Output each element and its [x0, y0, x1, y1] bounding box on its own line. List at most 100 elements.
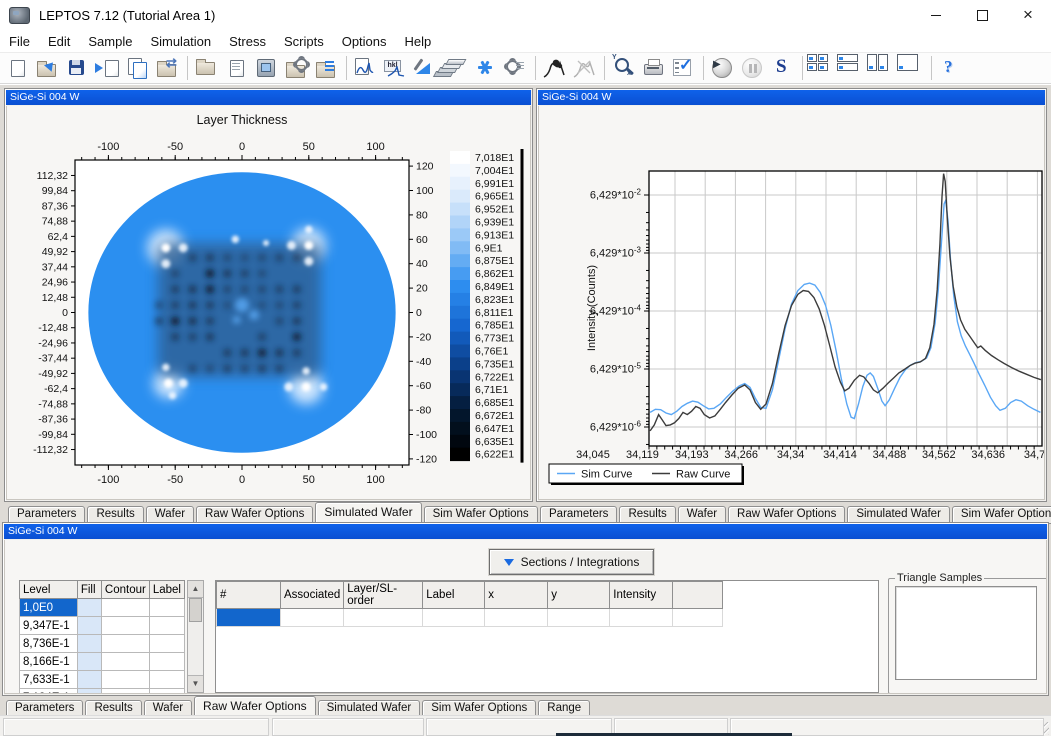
- colorbar-swatch: [450, 435, 470, 448]
- menu-item-sample[interactable]: Sample: [79, 32, 141, 51]
- toolbar-open-project-button[interactable]: [33, 54, 63, 82]
- hkl-reflection-icon: hkl: [381, 54, 411, 82]
- wafer-tab-simulated-wafer[interactable]: Simulated Wafer: [315, 502, 421, 524]
- toolbar-separator: [346, 56, 347, 80]
- import-data-icon: [93, 54, 123, 82]
- status-bar: [0, 715, 1051, 736]
- wafer-map: [88, 172, 395, 453]
- svg-text:-99,84: -99,84: [38, 429, 68, 441]
- toolbar-batch-checklist-button[interactable]: ✓: [669, 54, 699, 82]
- svg-text:99,84: 99,84: [42, 185, 68, 197]
- toolbar-tile-horizontal-button[interactable]: [837, 54, 867, 82]
- scrollbar-thumb[interactable]: [189, 598, 202, 622]
- toolbar-script-editor-button[interactable]: S: [768, 54, 798, 82]
- svg-text:24,96: 24,96: [42, 277, 68, 289]
- sections-integrations-button[interactable]: Sections / Integrations: [489, 549, 654, 575]
- toolbar-save-button[interactable]: [63, 54, 93, 82]
- svg-text:50: 50: [303, 141, 315, 153]
- toolbar-print-button[interactable]: [639, 54, 669, 82]
- points-row[interactable]: [217, 609, 723, 627]
- level-row[interactable]: 7,134E-1: [20, 689, 185, 694]
- toolbar-new-document-button[interactable]: [3, 54, 33, 82]
- svg-text:50: 50: [303, 474, 315, 486]
- menu-item-help[interactable]: Help: [396, 32, 441, 51]
- level-col-label: Label: [149, 581, 184, 599]
- wafer-window-titlebar[interactable]: SiGe-Si 004 W: [6, 90, 531, 105]
- level-row[interactable]: 9,347E-1: [20, 617, 185, 635]
- toolbar-copy-window-button[interactable]: [123, 54, 153, 82]
- level-row[interactable]: 7,633E-1: [20, 671, 185, 689]
- triangle-samples-listbox[interactable]: [895, 586, 1037, 680]
- toolbar-import-data-button[interactable]: [93, 54, 123, 82]
- menu-item-file[interactable]: File: [0, 32, 39, 51]
- level-row[interactable]: 8,736E-1: [20, 635, 185, 653]
- maximize-button[interactable]: [959, 0, 1005, 30]
- close-button[interactable]: ×: [1005, 0, 1051, 30]
- svg-text:12,48: 12,48: [42, 292, 68, 304]
- options-window-titlebar[interactable]: SiGe-Si 004 W: [4, 524, 1047, 539]
- svg-text:6,672E1: 6,672E1: [475, 410, 514, 422]
- colorbar-swatch: [450, 254, 470, 267]
- svg-text:-37,44: -37,44: [38, 353, 68, 365]
- toolbar-report-document-button[interactable]: [222, 54, 252, 82]
- toolbar-folder-settings-button[interactable]: [282, 54, 312, 82]
- toolbar-help-button[interactable]: ?: [936, 54, 966, 82]
- colorbar-swatch: [450, 448, 470, 461]
- svg-text:Sim Curve: Sim Curve: [581, 469, 632, 481]
- toolbar-separator: [535, 56, 536, 80]
- menu-item-edit[interactable]: Edit: [39, 32, 79, 51]
- toolbar-parameters-gear-button[interactable]: [501, 54, 531, 82]
- toolbar-pause-simulation-button[interactable]: [738, 54, 768, 82]
- layers-stack-icon: [441, 54, 471, 82]
- curves-window-titlebar[interactable]: SiGe-Si 004 W: [538, 90, 1045, 105]
- toolbar-folder-browser-button[interactable]: [192, 54, 222, 82]
- toolbar-run-simulation-button[interactable]: ▶: [708, 54, 738, 82]
- svg-text:6,939E1: 6,939E1: [475, 217, 514, 229]
- svg-text:34,266: 34,266: [724, 449, 758, 461]
- fit-curve-icon: [540, 54, 570, 82]
- level-row[interactable]: 1,0E0: [20, 599, 185, 617]
- toolbar-folder-export-button[interactable]: [312, 54, 342, 82]
- toolbar-cut-curve-button[interactable]: [570, 54, 600, 82]
- new-document-icon: [3, 54, 33, 82]
- titlebar[interactable]: LEPTOS 7.12 (Tutorial Area 1) ×: [0, 0, 1051, 30]
- toolbar-draw-wafer-button[interactable]: [411, 54, 441, 82]
- menu-item-simulation[interactable]: Simulation: [141, 32, 220, 51]
- toolbar-fit-curve-button[interactable]: [540, 54, 570, 82]
- colorbar-swatch: [450, 203, 470, 216]
- svg-text:6,735E1: 6,735E1: [475, 358, 514, 370]
- toolbar-export-project-button[interactable]: ⇄: [153, 54, 183, 82]
- level-row[interactable]: 8,166E-1: [20, 653, 185, 671]
- svg-text:34,119: 34,119: [626, 449, 659, 461]
- options-window: SiGe-Si 004 W Sections / Integrations Le…: [2, 522, 1049, 718]
- toolbar-layers-stack-button[interactable]: [441, 54, 471, 82]
- menu-item-options[interactable]: Options: [333, 32, 396, 51]
- scroll-down-icon[interactable]: ▼: [188, 675, 203, 692]
- svg-text:-50: -50: [167, 474, 183, 486]
- toolbar-tile-vertical-button[interactable]: [867, 54, 897, 82]
- scroll-up-icon[interactable]: ▲: [188, 581, 203, 598]
- toolbar-separator: [187, 56, 188, 80]
- colorbar-swatch: [450, 267, 470, 280]
- levels-scrollbar[interactable]: ▲ ▼: [187, 580, 204, 693]
- svg-text:6,429*10-2: 6,429*10-2: [590, 188, 642, 202]
- svg-text:6,429*10-3: 6,429*10-3: [590, 246, 642, 260]
- svg-text:6,635E1: 6,635E1: [475, 436, 514, 448]
- minimize-button[interactable]: [913, 0, 959, 30]
- toolbar-simulation-document-button[interactable]: [351, 54, 381, 82]
- toolbar-optics-configuration-button[interactable]: [471, 54, 501, 82]
- toolbar-separator: [604, 56, 605, 80]
- toolbar-material-editor-button[interactable]: [252, 54, 282, 82]
- svg-text:-24,96: -24,96: [38, 337, 68, 349]
- colorbar-swatch: [450, 293, 470, 306]
- toolbar-tile-windows-button[interactable]: [807, 54, 837, 82]
- toolbar-hkl-reflection-button[interactable]: hkl: [381, 54, 411, 82]
- toolbar-zoom-axes-button[interactable]: Yx: [609, 54, 639, 82]
- svg-text:0: 0: [239, 141, 245, 153]
- status-segment: [272, 718, 424, 736]
- arrange-icons-icon: [897, 54, 927, 82]
- menu-item-scripts[interactable]: Scripts: [275, 32, 333, 51]
- toolbar-arrange-icons-button[interactable]: [897, 54, 927, 82]
- menu-item-stress[interactable]: Stress: [220, 32, 275, 51]
- svg-text:120: 120: [416, 161, 434, 173]
